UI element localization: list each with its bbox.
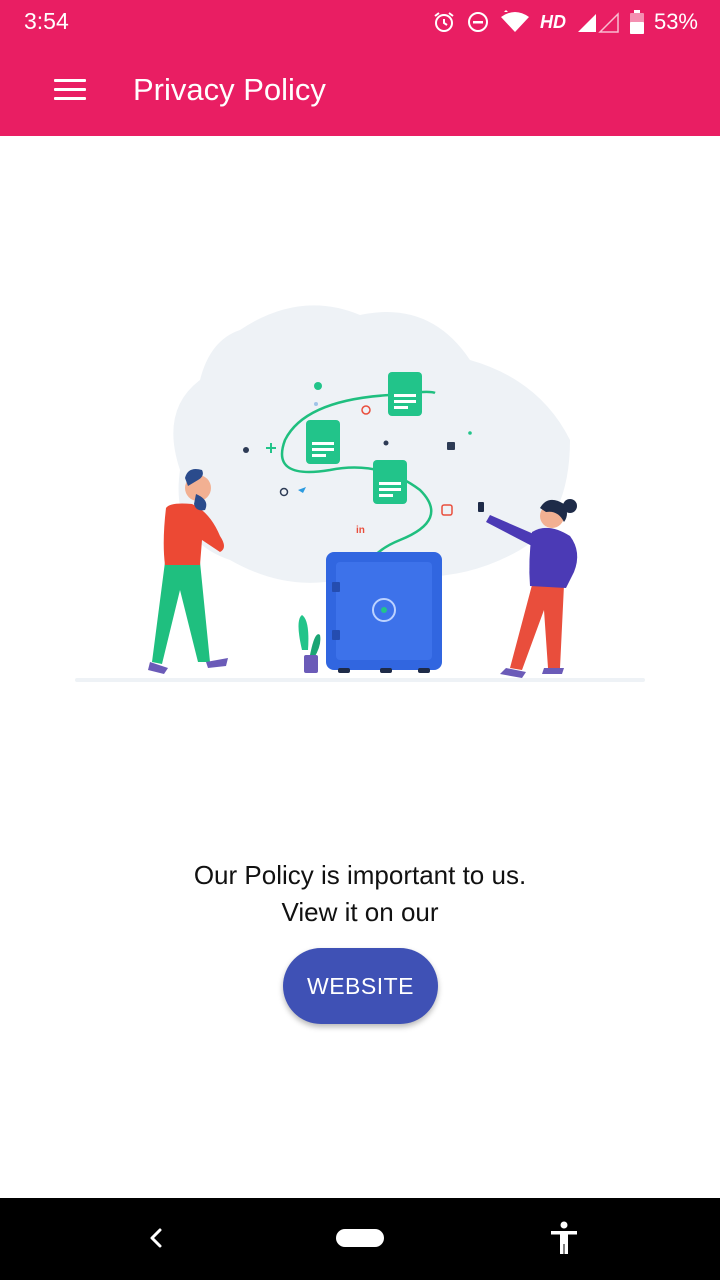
app-toolbar: Privacy Policy	[0, 44, 720, 136]
hamburger-menu-icon[interactable]	[46, 66, 94, 114]
status-icons: HD 53%	[432, 8, 698, 36]
safe-icon	[326, 552, 442, 673]
network-type-label: HD	[539, 11, 566, 32]
policy-message-line2: View it on our	[281, 897, 439, 927]
battery-percent: 53%	[653, 9, 698, 34]
page-title: Privacy Policy	[133, 72, 326, 107]
wifi-icon	[500, 10, 529, 32]
status-bar: 3:54 HD 53%	[0, 0, 720, 44]
alarm-icon	[434, 12, 454, 32]
do-not-disturb-icon	[467, 12, 488, 32]
privacy-safe-illustration: in	[75, 305, 645, 682]
system-nav-bar	[0, 1198, 720, 1280]
battery-icon	[629, 10, 644, 34]
website-button[interactable]: WEBSITE	[283, 948, 438, 1024]
home-pill-icon[interactable]	[336, 1229, 384, 1247]
document-icon	[388, 372, 422, 416]
accessibility-icon[interactable]	[546, 1220, 582, 1256]
back-icon[interactable]	[136, 1218, 176, 1258]
signal-icon	[577, 12, 619, 33]
status-time: 3:54	[24, 8, 69, 34]
policy-message-line1: Our Policy is important to us.	[193, 860, 527, 890]
plant-icon	[298, 615, 321, 673]
svg-text:in: in	[356, 525, 365, 536]
